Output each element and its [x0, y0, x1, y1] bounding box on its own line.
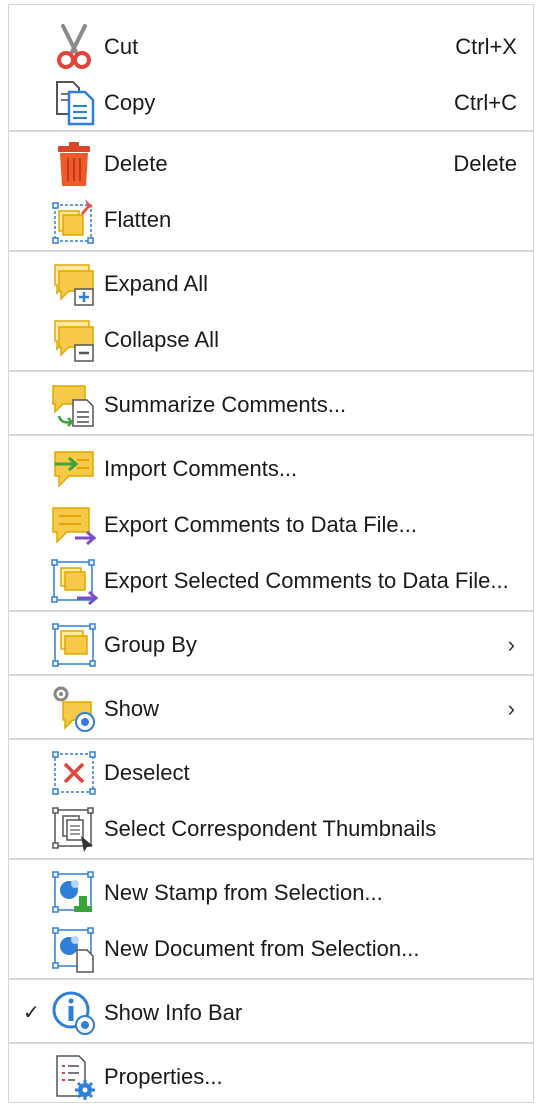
menu-item-deselect[interactable]: Deselect	[9, 745, 533, 801]
new-document-icon	[49, 924, 99, 974]
chevron-right-icon: ›	[507, 632, 515, 657]
menu-item-label: Expand All	[104, 271, 208, 296]
import-comments-icon	[49, 444, 99, 494]
menu-item-export-comments[interactable]: Export Comments to Data File...	[9, 497, 533, 553]
shortcut-label: Ctrl+C	[454, 90, 517, 115]
menu-separator	[9, 738, 533, 740]
menu-item-delete[interactable]: Delete Delete	[9, 136, 533, 192]
shortcut-label: Delete	[453, 151, 517, 176]
properties-icon	[49, 1052, 99, 1102]
shortcut-label: Ctrl+X	[455, 34, 517, 59]
menu-separator	[9, 370, 533, 372]
menu-item-copy[interactable]: Copy Ctrl+C	[9, 75, 533, 131]
thumbnails-icon	[49, 804, 99, 854]
menu-item-select-thumbnails[interactable]: Select Correspondent Thumbnails	[9, 801, 533, 857]
menu-item-label: Copy	[104, 90, 156, 115]
menu-item-label: Flatten	[104, 207, 172, 232]
menu-item-label: Export Selected Comments to Data File...	[104, 568, 509, 593]
context-menu: Cut Ctrl+X Copy Ctrl+C Delete Delete Fla…	[8, 4, 534, 1103]
menu-separator	[9, 978, 533, 980]
menu-separator	[9, 1042, 533, 1044]
menu-separator	[9, 610, 533, 612]
checkmark-icon: ✓	[23, 1002, 40, 1024]
menu-item-label: Select Correspondent Thumbnails	[104, 816, 437, 841]
menu-item-import-comments[interactable]: Import Comments...	[9, 441, 533, 497]
menu-item-label: Export Comments to Data File...	[104, 512, 417, 537]
menu-item-label: New Stamp from Selection...	[104, 880, 383, 905]
menu-item-label: Group By	[104, 632, 197, 657]
summarize-icon	[49, 380, 99, 430]
show-icon	[49, 684, 99, 734]
menu-separator	[9, 250, 533, 252]
menu-item-cut[interactable]: Cut Ctrl+X	[9, 19, 533, 75]
collapse-all-icon	[49, 315, 99, 365]
menu-separator	[9, 858, 533, 860]
menu-item-label: Show Info Bar	[104, 1000, 243, 1025]
info-bar-icon	[49, 988, 99, 1038]
menu-item-show[interactable]: Show ›	[9, 681, 533, 737]
chevron-right-icon: ›	[507, 696, 515, 721]
menu-item-label: Collapse All	[104, 327, 219, 352]
menu-item-label: New Document from Selection...	[104, 936, 420, 961]
menu-item-flatten[interactable]: Flatten	[9, 192, 533, 248]
export-comments-icon	[49, 500, 99, 550]
menu-item-label: Delete	[104, 151, 168, 176]
menu-item-summarize-comments[interactable]: Summarize Comments...	[9, 377, 533, 433]
menu-item-show-info-bar[interactable]: ✓ Show Info Bar	[9, 985, 533, 1041]
menu-item-collapse-all[interactable]: Collapse All	[9, 312, 533, 368]
menu-item-label: Properties...	[104, 1064, 223, 1089]
expand-all-icon	[49, 259, 99, 309]
menu-item-new-document[interactable]: New Document from Selection...	[9, 921, 533, 977]
menu-item-label: Show	[104, 696, 160, 721]
menu-item-label: Summarize Comments...	[104, 392, 347, 417]
menu-item-export-selected-comments[interactable]: Export Selected Comments to Data File...	[9, 553, 533, 609]
menu-separator	[9, 674, 533, 676]
menu-item-label: Deselect	[104, 760, 190, 785]
copy-icon	[49, 78, 99, 128]
export-selected-icon	[49, 556, 99, 606]
scissors-icon	[49, 22, 99, 72]
trash-icon	[49, 139, 99, 189]
menu-separator	[9, 130, 533, 132]
menu-item-group-by[interactable]: Group By ›	[9, 617, 533, 673]
menu-item-label: Cut	[104, 34, 139, 59]
menu-item-expand-all[interactable]: Expand All	[9, 256, 533, 312]
menu-item-new-stamp[interactable]: New Stamp from Selection...	[9, 865, 533, 921]
flatten-icon	[49, 195, 99, 245]
menu-item-properties[interactable]: Properties...	[9, 1049, 533, 1105]
menu-item-label: Import Comments...	[104, 456, 298, 481]
menu-separator	[9, 434, 533, 436]
group-by-icon	[49, 620, 99, 670]
new-stamp-icon	[49, 868, 99, 918]
deselect-icon	[49, 748, 99, 798]
